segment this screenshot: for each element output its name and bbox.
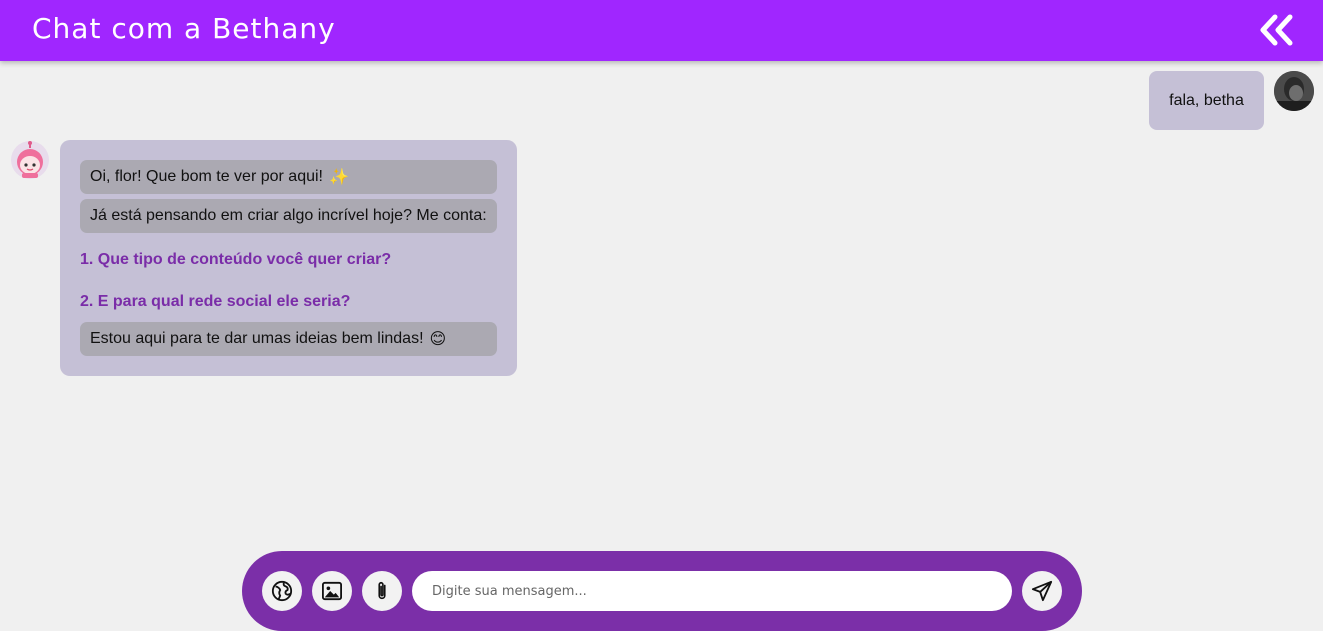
chat-header: Chat com a Bethany: [0, 0, 1323, 61]
page-title: Chat com a Bethany: [32, 12, 336, 45]
double-chevron-left-icon: [1260, 14, 1293, 46]
send-icon: [1031, 580, 1053, 602]
send-button[interactable]: [1022, 571, 1062, 611]
bot-closing-line: Estou aqui para te dar umas ideias bem l…: [80, 322, 497, 356]
bethany-avatar: [10, 140, 50, 180]
bot-message-bubble: Oi, flor! Que bom te ver por aqui! ✨ Já …: [60, 140, 517, 376]
image-upload-button[interactable]: [312, 571, 352, 611]
collapse-chat-button[interactable]: [1256, 13, 1296, 49]
user-message-bubble: fala, betha: [1149, 71, 1264, 130]
bot-greeting-line: Oi, flor! Que bom te ver por aqui! ✨: [80, 160, 497, 194]
user-avatar-photo: [1274, 71, 1314, 111]
bethany-avatar-icon: [11, 141, 49, 179]
smile-emoji: 😊: [429, 331, 447, 348]
user-avatar: [1274, 71, 1314, 111]
globe-icon: [271, 580, 293, 602]
image-icon: [322, 581, 342, 601]
bot-prompt-line: Já está pensando em criar algo incrível …: [80, 199, 497, 233]
bot-question-2: 2. E para qual rede social ele seria?: [80, 293, 351, 310]
paperclip-icon: [378, 581, 386, 600]
sparkles-emoji: ✨: [329, 169, 349, 186]
bot-question-1: 1. Que tipo de conteúdo você quer criar?: [80, 251, 392, 268]
web-search-button[interactable]: [262, 571, 302, 611]
bot-closing-text: Estou aqui para te dar umas ideias bem l…: [90, 330, 424, 347]
attach-file-button[interactable]: [362, 571, 402, 611]
user-message-text: fala, betha: [1169, 91, 1244, 109]
bot-prompt-text: Já está pensando em criar algo incrível …: [90, 207, 487, 224]
message-input[interactable]: [412, 571, 1012, 611]
message-composer: [242, 551, 1082, 631]
bot-greeting-text: Oi, flor! Que bom te ver por aqui!: [90, 168, 323, 185]
